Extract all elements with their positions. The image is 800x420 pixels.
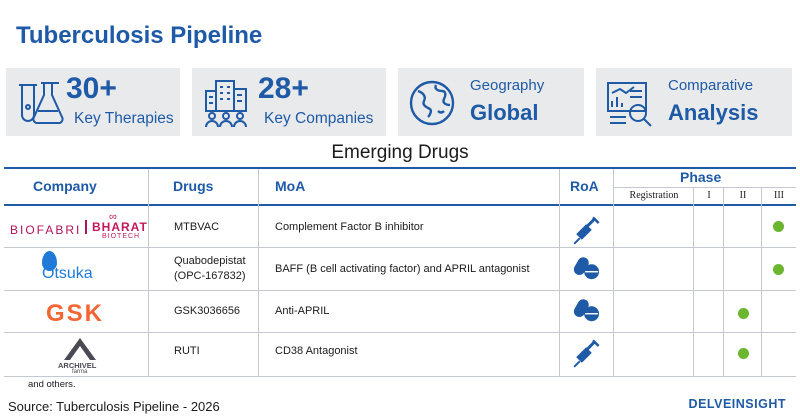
pill-capsule-icon xyxy=(573,299,600,322)
drug-name: MTBVAC xyxy=(174,221,220,233)
stat-comparative: Comparative Analysis xyxy=(596,68,792,136)
buildings-people-icon xyxy=(205,80,247,128)
header-phase: Phase xyxy=(680,169,722,185)
company-logo-archivel: ARCHIVEL farma xyxy=(50,336,110,376)
phase-indicator xyxy=(738,308,749,319)
otsuka-logo-text: Otsuka xyxy=(42,265,93,282)
drug-moa: BAFF (B cell activating factor) and APRI… xyxy=(275,263,530,275)
col-divider xyxy=(613,169,614,376)
drug-moa: Complement Factor B inhibitor xyxy=(275,221,424,233)
stat-therapies-label: Key Therapies xyxy=(74,110,174,127)
company-logo-gsk: GSK xyxy=(46,300,105,327)
col-divider xyxy=(148,169,149,376)
stat-geography-label: Geography xyxy=(470,77,545,94)
stat-companies-number: 28+ xyxy=(258,72,309,105)
drug-moa: CD38 Antagonist xyxy=(275,345,358,357)
globe-icon xyxy=(409,80,455,126)
table-bottom-rule xyxy=(4,376,796,377)
bharat-logo-text: BHARAT xyxy=(92,220,148,234)
company-logo-otsuka: Otsuka xyxy=(36,251,126,285)
drug-name: RUTI xyxy=(174,345,200,357)
phase-sub-rule xyxy=(614,187,796,188)
stat-companies: 28+ Key Companies xyxy=(192,68,386,136)
stat-therapies: 30+ Key Therapies xyxy=(6,68,180,136)
stat-geography: Geography Global xyxy=(398,68,584,136)
archivel-farma-text: farma xyxy=(72,369,88,375)
drug-name-line2: (OPC-167832) xyxy=(174,270,246,282)
row-divider xyxy=(4,332,796,333)
header-company: Company xyxy=(33,178,97,194)
header-moa: MoA xyxy=(275,178,306,194)
header-phase-3: III xyxy=(774,190,784,201)
header-roa: RoA xyxy=(570,178,599,194)
header-bottom-rule xyxy=(4,204,796,206)
biofabri-logo-text: BIOFABRI xyxy=(10,223,82,237)
drug-name: GSK3036656 xyxy=(174,305,241,317)
injection-icon xyxy=(573,216,600,245)
col-divider xyxy=(723,188,724,376)
col-divider xyxy=(693,188,694,376)
header-drugs: Drugs xyxy=(173,178,214,194)
page-title: Tuberculosis Pipeline xyxy=(16,22,263,49)
footnote: and others. xyxy=(28,379,76,390)
header-phase-2: II xyxy=(739,190,747,201)
stat-companies-label: Key Companies xyxy=(264,110,374,127)
stat-comparative-value: Analysis xyxy=(668,100,759,125)
stat-comparative-label: Comparative xyxy=(668,77,754,94)
phase-indicator xyxy=(738,348,749,359)
archivel-logo-icon xyxy=(64,338,96,360)
phase-indicator xyxy=(773,264,784,275)
drug-name-line1: Quabodepistat xyxy=(174,255,246,267)
company-logo-biofabri-bharat: BIOFABRI BHARAT BIOTECH ∞ xyxy=(10,211,147,242)
brand-logo-text: DELVEINSIGHT xyxy=(688,397,786,411)
source-caption: Source: Tuberculosis Pipeline - 2026 xyxy=(8,399,220,414)
brand-logo: DELVEINSIGHT xyxy=(689,397,786,411)
col-divider xyxy=(559,169,560,376)
header-phase-1: I xyxy=(707,190,711,201)
col-divider xyxy=(258,169,259,376)
row-divider xyxy=(4,290,796,291)
infinity-logo-icon: ∞ xyxy=(109,211,117,223)
table-top-rule xyxy=(4,167,796,169)
drug-moa: Anti-APRIL xyxy=(275,305,330,317)
logo-divider xyxy=(85,220,87,234)
phase-indicator xyxy=(773,221,784,232)
stat-geography-value: Global xyxy=(470,100,539,125)
flask-icon xyxy=(19,82,64,125)
stat-therapies-number: 30+ xyxy=(66,72,117,105)
col-divider xyxy=(761,188,762,376)
row-divider xyxy=(4,247,796,248)
injection-icon xyxy=(573,339,600,368)
bharat-biotech-text: BIOTECH xyxy=(102,233,141,240)
section-title: Emerging Drugs xyxy=(331,142,469,163)
analysis-chart-icon xyxy=(607,82,652,127)
header-phase-registration: Registration xyxy=(629,190,679,201)
pill-capsule-icon xyxy=(573,257,600,280)
